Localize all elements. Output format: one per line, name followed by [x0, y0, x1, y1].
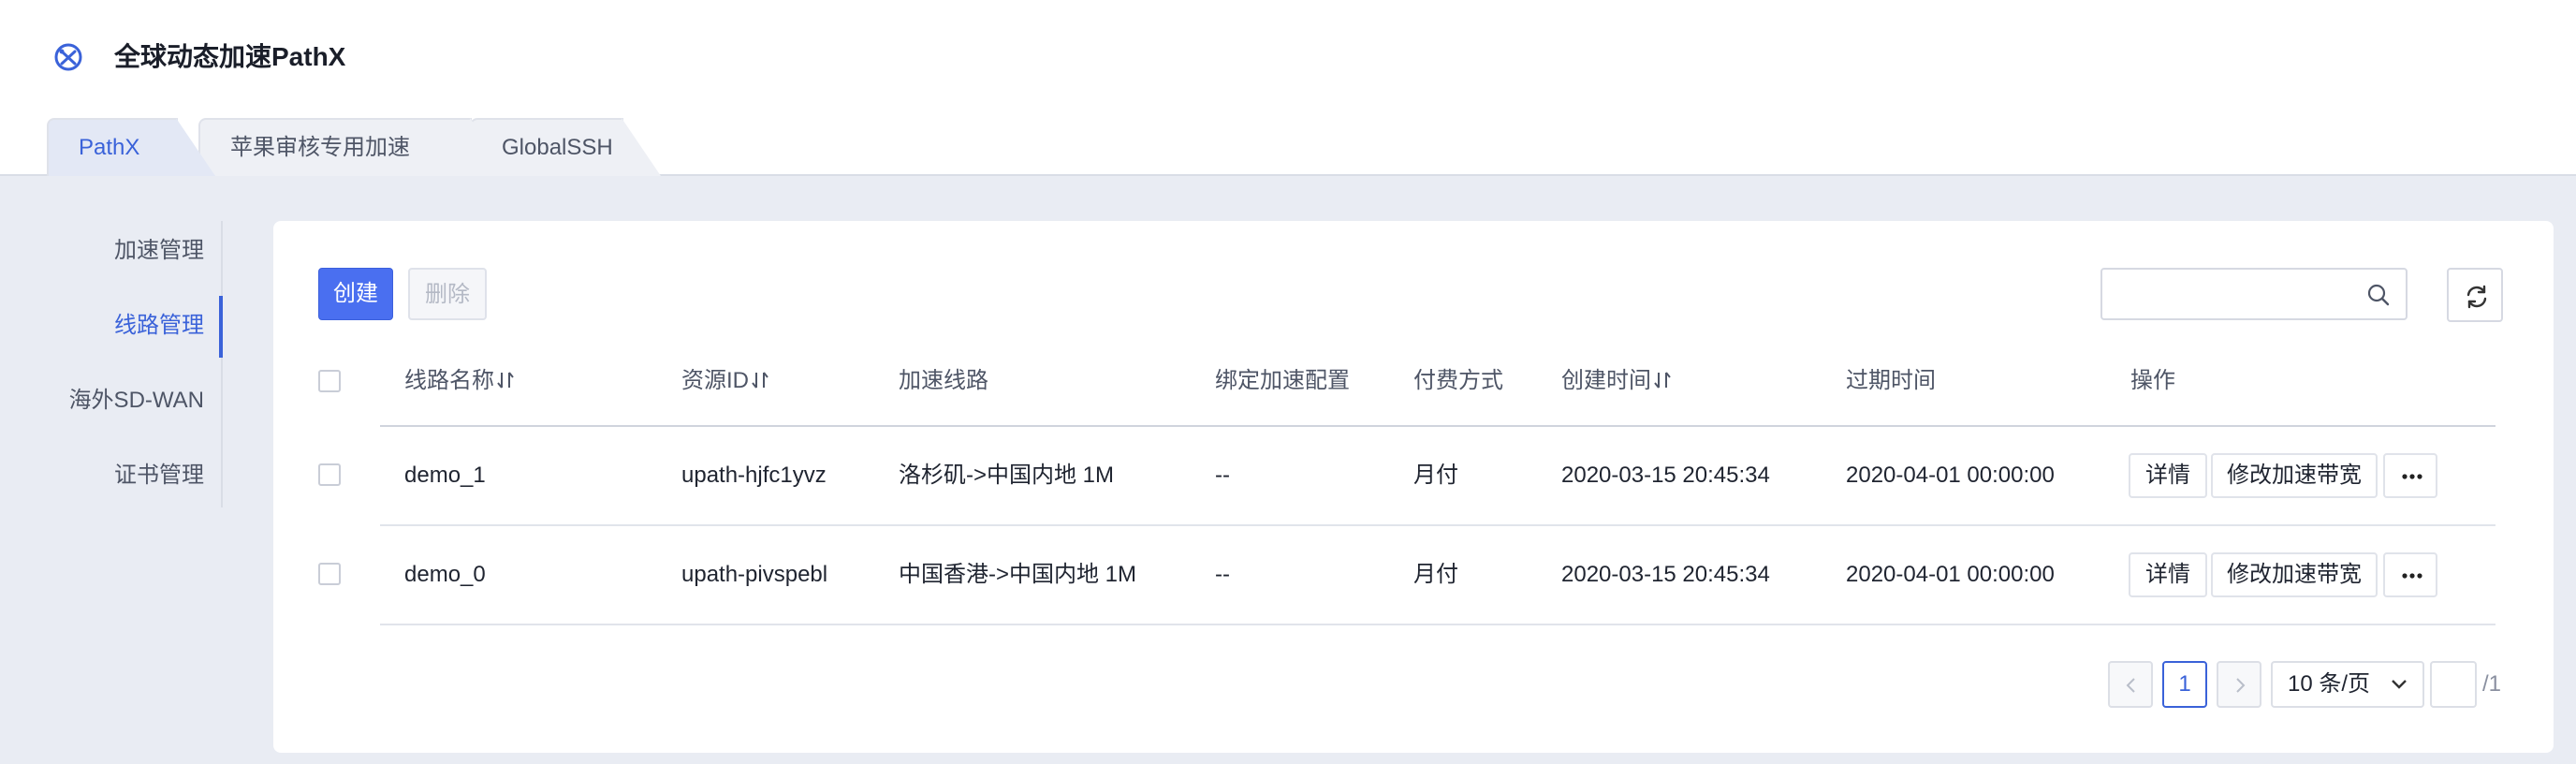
pathx-logo-icon	[54, 43, 82, 71]
tab-label: 苹果审核专用加速	[230, 135, 410, 160]
detail-button[interactable]: 详情	[2129, 453, 2207, 498]
sidebar-item-lines[interactable]: 线路管理	[114, 296, 204, 356]
search-field[interactable]	[2100, 268, 2408, 320]
chevron-right-icon	[2236, 678, 2246, 693]
cell-expires: 2020-04-01 00:00:00	[1846, 463, 2055, 488]
row-divider	[380, 524, 2496, 526]
page-size-select[interactable]: 10 条/页	[2271, 661, 2424, 708]
more-actions-button[interactable]	[2383, 552, 2437, 597]
cell-resource-id: upath-pivspebl	[681, 562, 828, 587]
sort-icon[interactable]	[1653, 370, 1672, 390]
search-input[interactable]	[2112, 277, 2355, 311]
column-label: 创建时间	[1561, 368, 1651, 393]
sidebar-divider	[221, 221, 223, 507]
cell-payment: 月付	[1413, 463, 1458, 488]
header-divider	[380, 425, 2496, 427]
tab-label: PathX	[79, 135, 140, 160]
total-pages: /1	[2482, 671, 2502, 697]
lines-panel: 创建 删除 线路名称 资源ID 加速线路 绑定加速配置 付费方式 创建时间 过期…	[273, 221, 2554, 753]
cell-created: 2020-03-15 20:45:34	[1561, 463, 1770, 488]
column-label: 线路名称	[404, 368, 494, 393]
cell-expires: 2020-04-01 00:00:00	[1846, 562, 2055, 587]
row-checkbox[interactable]	[318, 563, 341, 585]
detail-button[interactable]: 详情	[2129, 552, 2207, 597]
column-header-payment: 付费方式	[1413, 368, 1503, 393]
column-header-created[interactable]: 创建时间	[1561, 358, 1672, 404]
column-header-name[interactable]: 线路名称	[404, 358, 515, 404]
delete-button[interactable]: 删除	[408, 268, 487, 320]
top-header: 全球动态加速PathX PathX 苹果审核专用加速 GlobalSSH	[0, 0, 2576, 176]
more-actions-button[interactable]	[2383, 453, 2437, 498]
row-divider	[380, 624, 2496, 625]
cell-created: 2020-03-15 20:45:34	[1561, 562, 1770, 587]
cell-binding: --	[1215, 463, 1230, 488]
cell-line: 洛杉矶->中国内地 1M	[899, 463, 1115, 488]
column-label: 资源ID	[681, 368, 749, 393]
cell-name: demo_1	[404, 463, 486, 488]
more-dots-icon	[2402, 573, 2422, 579]
column-header-binding: 绑定加速配置	[1215, 368, 1350, 393]
tab-label: GlobalSSH	[502, 135, 613, 160]
select-all-checkbox[interactable]	[318, 370, 341, 392]
tab-apple-review[interactable]: 苹果审核专用加速	[198, 118, 509, 176]
sidebar-item-sdwan[interactable]: 海外SD-WAN	[69, 371, 204, 431]
tab-pathx[interactable]: PathX	[47, 118, 215, 176]
create-button[interactable]: 创建	[318, 268, 393, 320]
refresh-button[interactable]	[2447, 268, 2503, 322]
refresh-icon	[2466, 285, 2487, 309]
page-jump-input[interactable]	[2430, 661, 2477, 708]
cell-name: demo_0	[404, 562, 486, 587]
cell-line: 中国香港->中国内地 1M	[899, 562, 1137, 587]
row-checkbox[interactable]	[318, 463, 341, 486]
column-header-actions: 操作	[2130, 368, 2175, 393]
sort-icon[interactable]	[751, 370, 769, 390]
column-header-resource-id[interactable]: 资源ID	[681, 358, 769, 404]
next-page-button[interactable]	[2217, 661, 2261, 708]
chevron-down-icon	[2392, 680, 2407, 689]
column-header-expires: 过期时间	[1846, 368, 1936, 393]
more-dots-icon	[2402, 474, 2422, 479]
sidebar-item-certificates[interactable]: 证书管理	[114, 446, 204, 506]
sidebar-item-acceleration[interactable]: 加速管理	[114, 221, 204, 281]
sidebar-active-indicator	[219, 296, 223, 358]
chevron-left-icon	[2126, 678, 2135, 693]
cell-binding: --	[1215, 562, 1230, 587]
modify-bandwidth-button[interactable]: 修改加速带宽	[2211, 552, 2378, 597]
cell-payment: 月付	[1413, 562, 1458, 587]
modify-bandwidth-button[interactable]: 修改加速带宽	[2211, 453, 2378, 498]
column-header-line: 加速线路	[899, 368, 988, 393]
page-size-label: 10 条/页	[2288, 671, 2371, 697]
search-icon[interactable]	[2366, 283, 2391, 307]
sort-icon[interactable]	[496, 370, 515, 390]
page-number-current[interactable]: 1	[2162, 661, 2207, 708]
cell-resource-id: upath-hjfc1yvz	[681, 463, 827, 488]
prev-page-button[interactable]	[2108, 661, 2153, 708]
page-title: 全球动态加速PathX	[114, 42, 346, 71]
